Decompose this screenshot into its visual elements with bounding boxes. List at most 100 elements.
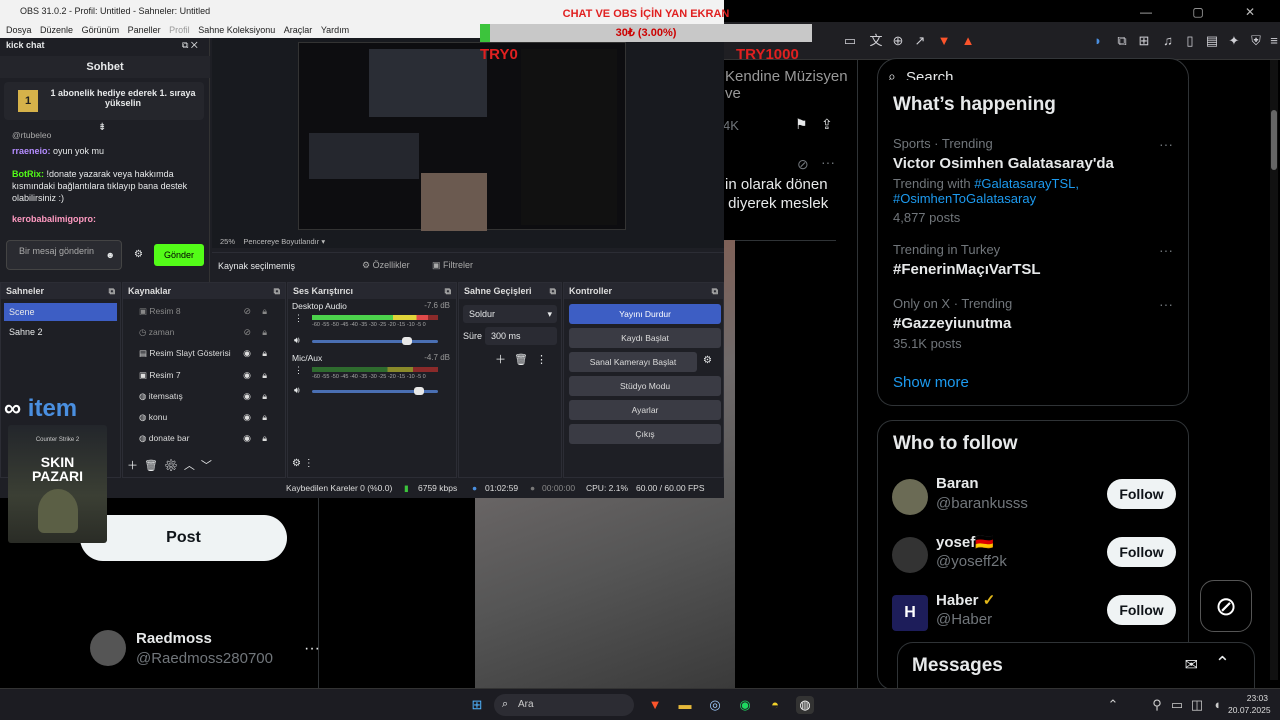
gift-banner[interactable]: 1 1 abonelik hediye ederek 1. sıraya yük…	[4, 82, 204, 120]
sidebar-icon[interactable]: ▯	[1180, 31, 1200, 51]
lock-icon[interactable]: 🔒︎	[262, 301, 267, 322]
more-icon[interactable]: ···	[1159, 136, 1173, 152]
new-message-icon[interactable]: ✉	[1185, 655, 1198, 675]
show-more-link[interactable]: Show more	[893, 374, 969, 391]
bookmark-icon[interactable]: ⚑	[795, 116, 808, 133]
zoom-icon[interactable]: ⊕	[888, 31, 908, 51]
post-button[interactable]: Post	[80, 515, 287, 561]
translate-icon[interactable]: 文	[866, 31, 886, 51]
volume-knob[interactable]	[414, 387, 425, 395]
more-icon[interactable]: ···	[1159, 296, 1173, 312]
chat-settings-icon[interactable]: ⚙	[134, 249, 143, 260]
menu-item[interactable]: Düzenle	[40, 22, 73, 38]
transition-select[interactable]: Soldur ▾	[463, 305, 557, 323]
lock-icon[interactable]: 🔒︎	[262, 322, 267, 343]
speaker-icon[interactable]: 🔊︎	[294, 385, 300, 396]
scroll-down-icon[interactable]: ⇟	[98, 122, 106, 133]
menu-item[interactable]: Dosya	[6, 22, 32, 38]
share-post-icon[interactable]: ⇪	[821, 116, 833, 133]
minimize-icon[interactable]: —	[1120, 0, 1172, 24]
follow-button[interactable]: Follow	[1107, 479, 1176, 509]
send-button[interactable]: Gönder	[154, 244, 204, 266]
channel-menu-icon[interactable]: ⋮	[294, 313, 303, 324]
extension-icon[interactable]: ⧉	[1112, 31, 1132, 51]
avatar[interactable]: H	[892, 595, 928, 631]
scrollbar-thumb[interactable]	[1271, 110, 1277, 170]
menu-item[interactable]: Yardım	[321, 22, 349, 38]
brave-icon[interactable]: ▼	[646, 696, 664, 714]
visibility-icon[interactable]: ⊘	[243, 301, 251, 322]
lock-icon[interactable]: 🔒︎	[262, 365, 267, 386]
leo-icon[interactable]: ◗	[1088, 31, 1108, 51]
eye-icon[interactable]: ◉	[243, 386, 251, 407]
share-icon[interactable]: ↗	[910, 31, 930, 51]
volume-knob[interactable]	[401, 337, 412, 345]
grok-post-icon[interactable]: ⊘	[797, 156, 809, 173]
vpn-icon[interactable]: ⛨	[1246, 31, 1266, 51]
network-icon[interactable]: ◫	[1188, 696, 1206, 714]
chat-input[interactable]: Bir mesaj gönderin ☻	[6, 240, 122, 270]
menu-item[interactable]: Paneller	[128, 22, 161, 38]
menu-item[interactable]: Araçlar	[284, 22, 313, 38]
preview-canvas[interactable]	[298, 42, 626, 231]
virtual-camera-button[interactable]: Sanal Kamerayı Başlat	[569, 352, 697, 372]
account-switcher[interactable]: Raedmoss @Raedmoss280700 ···	[90, 628, 320, 674]
tray-chevron-icon[interactable]: ⌃	[1104, 696, 1122, 714]
brave-shield-icon[interactable]: ▼	[934, 31, 954, 51]
follow-button[interactable]: Follow	[1107, 537, 1176, 567]
obs-icon[interactable]: ◍	[796, 696, 814, 714]
tab-icon[interactable]: ▭	[840, 31, 860, 51]
menu-item[interactable]: Görünüm	[82, 22, 120, 38]
taskbar-search[interactable]: ⌕ Ara	[494, 694, 634, 716]
post-more-icon[interactable]: ···	[821, 154, 835, 170]
lock-icon[interactable]: 🔒︎	[262, 343, 267, 364]
virtual-camera-settings-icon[interactable]: ⚙	[703, 355, 712, 366]
speaker-icon[interactable]: 🔊︎	[294, 335, 300, 346]
scene-item[interactable]: Sahne 2	[4, 323, 117, 341]
duration-input[interactable]: 300 ms	[485, 327, 557, 345]
user-name[interactable]: yosef🇩🇪	[936, 533, 994, 551]
trend-item[interactable]: Trending in Turkey #FenerinMaçıVarTSL ··…	[893, 242, 1183, 278]
eye-icon[interactable]: ◉	[243, 428, 251, 449]
source-item[interactable]: ▣ Resim 7 ◉ 🔒︎	[123, 365, 273, 386]
zoom-label[interactable]: 25% Pencereye Boyutlandır ▾	[220, 237, 325, 246]
start-recording-button[interactable]: Kaydı Başlat	[569, 328, 721, 348]
sparkle-icon[interactable]: ✦	[1224, 31, 1244, 51]
trend-item[interactable]: Only on X · Trending #Gazzeyiunutma 35.1…	[893, 296, 1183, 351]
more-icon[interactable]: ···	[304, 640, 320, 658]
steam-icon[interactable]: ◎	[706, 696, 724, 714]
clock-date[interactable]: 20.07.2025	[1228, 705, 1271, 715]
user-name[interactable]: Haber ✓	[936, 591, 995, 609]
spotify-icon[interactable]: ◉	[736, 696, 754, 714]
user-name[interactable]: Baran	[936, 475, 979, 492]
expand-icon[interactable]: ⌃	[1215, 653, 1230, 674]
source-item[interactable]: ◍ donate bar ◉ 🔒︎	[123, 428, 273, 449]
mic-icon[interactable]: ⚲	[1148, 696, 1166, 714]
properties-button[interactable]: ⚙ Özellikler	[362, 260, 410, 271]
eye-icon[interactable]: ◉	[243, 407, 251, 428]
lock-icon[interactable]: 🔒︎	[262, 407, 267, 428]
trend-item[interactable]: Sports · Trending Victor Osimhen Galatas…	[893, 136, 1183, 225]
exit-button[interactable]: Çıkış	[569, 424, 721, 444]
stop-stream-button[interactable]: Yayını Durdur	[569, 304, 721, 324]
menu-item[interactable]: Profil	[169, 22, 190, 38]
transition-toolbar-icons[interactable]: ＋🗑︎⋮	[495, 351, 555, 367]
grok-icon[interactable]: ⊘	[1200, 580, 1252, 632]
advanced-audio-icon[interactable]: ⚙ ⋮	[292, 458, 314, 469]
more-icon[interactable]: ···	[1159, 242, 1173, 258]
follow-button[interactable]: Follow	[1107, 595, 1176, 625]
lock-icon[interactable]: 🔒︎	[262, 428, 267, 449]
close-icon[interactable]: ✕	[1224, 0, 1276, 24]
channel-menu-icon[interactable]: ⋮	[294, 365, 303, 376]
menu-icon[interactable]: ≡	[1264, 31, 1280, 51]
keyboard-icon[interactable]: ▭	[1168, 696, 1186, 714]
settings-button[interactable]: Ayarlar	[569, 400, 721, 420]
wallet-icon[interactable]: ▤	[1202, 31, 1222, 51]
folder-icon[interactable]: ▬	[676, 696, 694, 714]
source-item[interactable]: ◷ zaman ⊘ 🔒︎	[123, 322, 273, 343]
menu-item[interactable]: Sahne Koleksiyonu	[198, 22, 275, 38]
emoji-icon[interactable]: ☻	[106, 250, 115, 260]
clock-time[interactable]: 23:03	[1232, 693, 1268, 703]
lock-icon[interactable]: 🔒︎	[262, 386, 267, 407]
start-icon[interactable]: ⊞	[468, 696, 486, 714]
